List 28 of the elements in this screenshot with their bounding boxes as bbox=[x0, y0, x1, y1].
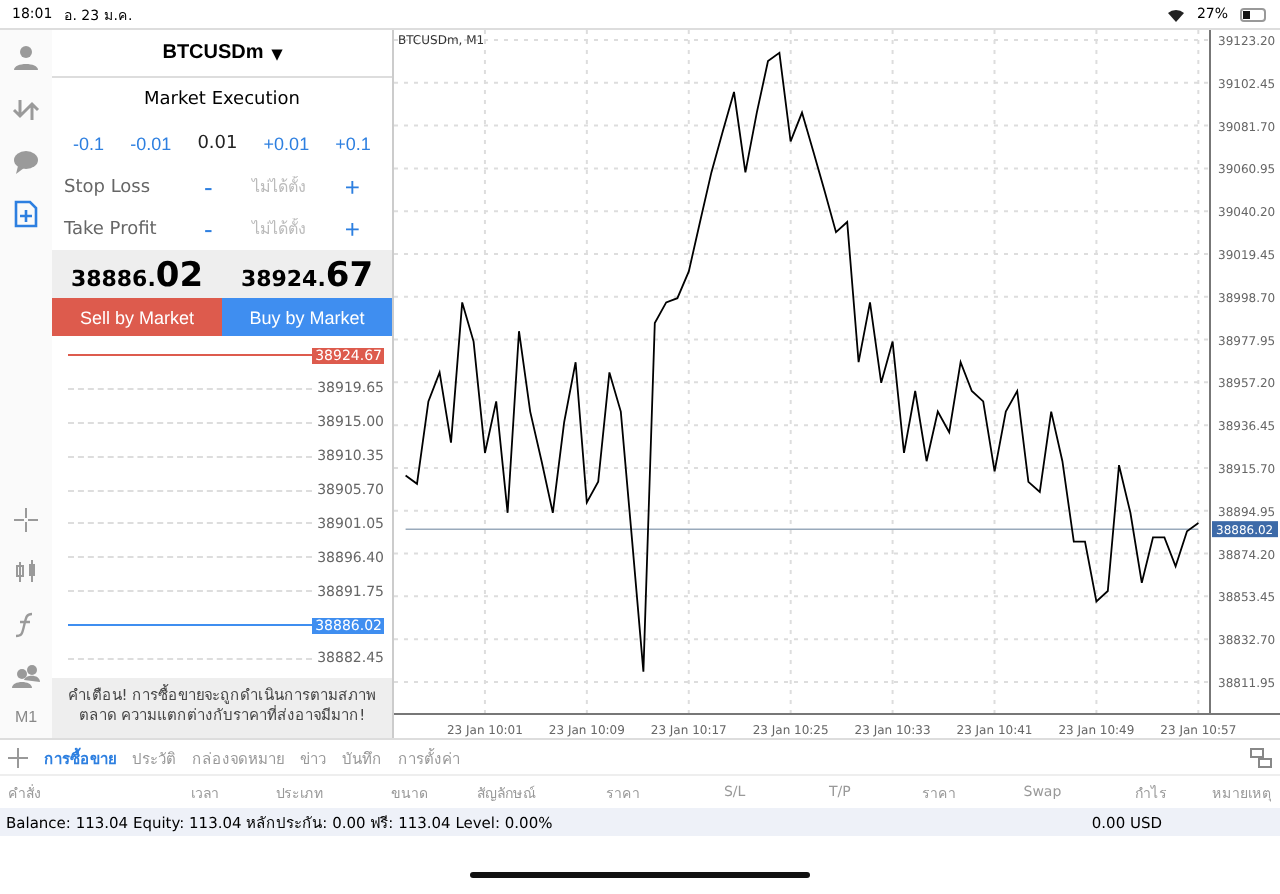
lot-step-button[interactable]: -0.1 bbox=[69, 134, 109, 154]
people-icon bbox=[12, 662, 40, 690]
ask-price: 38924.67 bbox=[238, 254, 376, 298]
timeframe-button[interactable]: M1 bbox=[14, 708, 38, 738]
lot-size: 0.01 bbox=[195, 134, 240, 154]
plus-icon[interactable] bbox=[8, 747, 28, 767]
sell-button[interactable]: Sell by Market bbox=[52, 298, 222, 336]
plus-button[interactable]: + bbox=[336, 214, 368, 244]
lot-step-button[interactable]: -0.01 bbox=[126, 134, 176, 154]
chat-icon bbox=[12, 148, 40, 176]
minus-button[interactable]: - bbox=[196, 214, 221, 244]
plus-button[interactable]: + bbox=[336, 172, 368, 202]
level-label: Stop Loss bbox=[64, 177, 153, 197]
battery-icon bbox=[1240, 7, 1268, 21]
layout-icon[interactable] bbox=[1250, 747, 1272, 767]
document-plus-icon bbox=[12, 200, 40, 228]
person-icon bbox=[12, 44, 40, 72]
candles-icon bbox=[12, 558, 40, 586]
execution-mode: Market Execution bbox=[144, 90, 300, 110]
lot-step-button[interactable]: +0.1 bbox=[331, 134, 375, 154]
wifi-icon bbox=[1168, 7, 1185, 21]
lot-step-button[interactable]: +0.01 bbox=[259, 134, 314, 154]
minus-button[interactable]: - bbox=[196, 172, 221, 202]
crosshair-icon bbox=[12, 506, 40, 534]
bid-price: 38886.02 bbox=[68, 254, 206, 298]
arrows-icon bbox=[12, 96, 40, 124]
buy-button[interactable]: Buy by Market bbox=[222, 298, 392, 336]
level-label: Take Profit bbox=[64, 219, 159, 239]
